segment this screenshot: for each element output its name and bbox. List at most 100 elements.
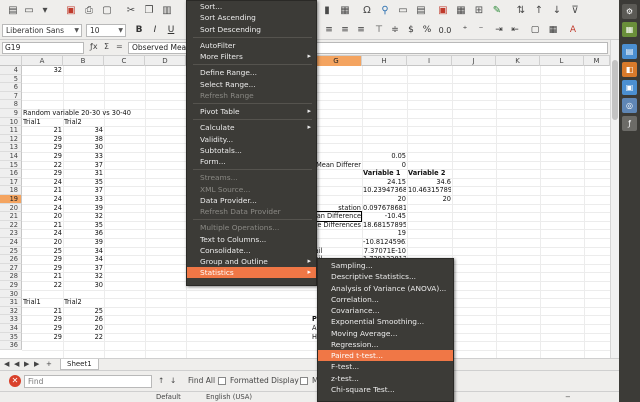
row-header-33[interactable]: 33: [0, 315, 22, 324]
row-header-6[interactable]: 6: [0, 83, 22, 92]
comment-icon[interactable]: ▭: [396, 3, 410, 17]
cell[interactable]: 18.68157895: [363, 221, 406, 230]
sidebar-styles-icon[interactable]: ◧: [622, 62, 637, 77]
column-header-b[interactable]: B: [63, 56, 104, 66]
stats-item-covariance[interactable]: Covariance...: [318, 305, 453, 316]
cell[interactable]: tail: [312, 247, 512, 256]
sidebar-properties-icon[interactable]: ▤: [622, 44, 637, 59]
cell[interactable]: 29: [23, 264, 62, 273]
cell[interactable]: 39: [64, 238, 103, 247]
align-left-icon[interactable]: ≡: [322, 23, 336, 38]
launcher-spreadsheet-icon[interactable]: ▦: [622, 22, 637, 37]
menu-item-text-to-columns[interactable]: Text to Columns...: [187, 234, 316, 245]
formula-icon[interactable]: =: [116, 42, 123, 51]
print-icon[interactable]: ⎙: [82, 3, 96, 17]
borders-icon[interactable]: ▢: [528, 23, 542, 38]
page-style-status[interactable]: Default: [156, 393, 181, 401]
percent-format-button[interactable]: %: [420, 23, 434, 38]
italic-icon[interactable]: I: [148, 23, 162, 38]
cell[interactable]: 21: [23, 307, 62, 316]
menu-item-define-range[interactable]: Define Range...: [187, 67, 316, 78]
add-sheet-icon[interactable]: +: [46, 360, 52, 368]
row-header-13[interactable]: 13: [0, 143, 22, 152]
cell[interactable]: 35: [64, 221, 103, 230]
stats-item-sampling[interactable]: Sampling...: [318, 260, 453, 271]
currency-format-icon[interactable]: $: [404, 23, 418, 38]
cell[interactable]: 33: [64, 152, 103, 161]
cell[interactable]: 10.46315789: [408, 186, 451, 195]
row-header-35[interactable]: 35: [0, 332, 22, 342]
sidebar-gallery-icon[interactable]: ▣: [622, 80, 637, 95]
cell[interactable]: 29: [23, 152, 62, 161]
save-icon[interactable]: ▾: [38, 3, 52, 17]
cell[interactable]: -10.45: [363, 212, 406, 221]
cell[interactable]: Trial2: [64, 298, 264, 307]
column-header-j[interactable]: J: [452, 56, 496, 66]
row-header-34[interactable]: 34: [0, 324, 22, 333]
cell[interactable]: 0.05: [363, 152, 406, 161]
cell[interactable]: 22: [23, 281, 62, 290]
new-document-icon[interactable]: ▤: [6, 3, 20, 17]
cell[interactable]: 34.6: [408, 178, 451, 187]
menu-item-sort-ascending[interactable]: Sort Ascending: [187, 12, 316, 23]
column-header-g[interactable]: G: [311, 56, 362, 66]
row-header-31[interactable]: 31: [0, 298, 22, 307]
special-character-icon[interactable]: Ω: [360, 3, 374, 17]
stats-item-analysis-of-variance-anova[interactable]: Analysis of Variance (ANOVA)...: [318, 283, 453, 294]
sort-descending-icon[interactable]: ↓: [550, 3, 564, 17]
match-case-checkbox[interactable]: [300, 377, 308, 385]
column-header-h[interactable]: H: [362, 56, 407, 66]
row-header-11[interactable]: 11: [0, 126, 22, 135]
stats-item-f-test[interactable]: F-test...: [318, 361, 453, 372]
freeze-rows-icon[interactable]: ▦: [454, 3, 468, 17]
select-all-corner[interactable]: [0, 56, 22, 66]
cell[interactable]: 39: [64, 204, 103, 213]
cell[interactable]: 37: [64, 161, 103, 170]
menu-item-consolidate[interactable]: Consolidate...: [187, 245, 316, 256]
menu-item-calculate[interactable]: Calculate ▸: [187, 122, 316, 133]
menu-item-pivot-table[interactable]: Pivot Table ▸: [187, 106, 316, 117]
find-previous-icon[interactable]: ↑: [158, 376, 164, 385]
cell[interactable]: 24: [23, 195, 62, 204]
row-header-26[interactable]: 26: [0, 255, 22, 264]
cell[interactable]: 30: [64, 143, 103, 152]
cut-icon[interactable]: ✂: [124, 3, 138, 17]
sort-ascending-icon[interactable]: ↑: [532, 3, 546, 17]
cell[interactable]: 35: [64, 178, 103, 187]
column-header-l[interactable]: L: [540, 56, 584, 66]
row-header-10[interactable]: 10: [0, 117, 22, 127]
header-footer-icon[interactable]: ▤: [414, 3, 428, 17]
add-decimal-icon[interactable]: ⁺: [458, 23, 472, 38]
menu-item-autofilter[interactable]: AutoFilter: [187, 40, 316, 51]
row-header-12[interactable]: 12: [0, 134, 22, 144]
menu-item-sort[interactable]: Sort...: [187, 1, 316, 12]
font-size-select[interactable]: 10 ▼: [86, 24, 126, 37]
active-cell[interactable]: an Difference: [311, 211, 362, 222]
row-header-4[interactable]: 4: [0, 66, 22, 75]
find-next-icon[interactable]: ↓: [170, 376, 176, 385]
cell[interactable]: 29: [23, 169, 62, 178]
background-color-icon[interactable]: ▦: [546, 23, 560, 38]
menu-item-validity[interactable]: Validity...: [187, 134, 316, 145]
cell[interactable]: 30: [64, 281, 103, 290]
name-box[interactable]: G19: [2, 42, 84, 54]
cell[interactable]: 0.097678681: [363, 204, 406, 213]
cell[interactable]: Mean Differer: [312, 161, 361, 170]
delete-decimal-icon[interactable]: ⁻: [474, 23, 488, 38]
cell[interactable]: 34: [64, 255, 103, 264]
cell[interactable]: 37: [64, 186, 103, 195]
cell[interactable]: 33: [64, 195, 103, 204]
row-header-7[interactable]: 7: [0, 91, 22, 101]
cell[interactable]: 22: [23, 161, 62, 170]
row-header-27[interactable]: 27: [0, 263, 22, 273]
cell[interactable]: 20: [23, 238, 62, 247]
find-all-button[interactable]: Find All: [188, 376, 215, 385]
pivot-table-icon[interactable]: ▦: [338, 3, 352, 17]
cell[interactable]: 34: [64, 126, 103, 135]
increase-indent-icon[interactable]: ⇥: [492, 23, 506, 38]
cell[interactable]: 21: [23, 126, 62, 135]
find-input[interactable]: Find: [24, 375, 152, 388]
cell[interactable]: 26: [64, 315, 103, 324]
sum-icon[interactable]: Σ: [104, 42, 109, 51]
cell[interactable]: 32: [23, 66, 62, 75]
